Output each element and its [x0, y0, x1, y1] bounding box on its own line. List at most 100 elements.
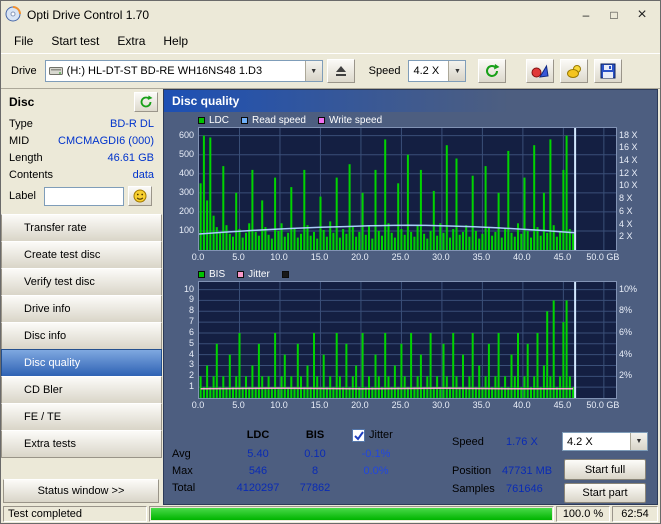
status-window-button[interactable]: Status window >> — [3, 479, 159, 503]
speed-stat-select[interactable]: 4.2 X ▼ — [562, 432, 648, 451]
panel-title: Disc quality — [164, 90, 657, 112]
jitter-checkbox[interactable] — [352, 429, 365, 442]
disc-quality-shortcut-button[interactable] — [526, 59, 555, 83]
bis-chart-plot — [198, 281, 617, 399]
ldc-chart-legend: LDC Read speed Write speed — [198, 114, 394, 126]
y-axis-label-right: 8 X — [619, 193, 633, 204]
bis-chart-legend: BIS Jitter — [198, 268, 305, 280]
y-axis-label-right: 4% — [619, 348, 633, 359]
sidebar-item-cd-bler[interactable]: CD Bler — [1, 376, 162, 404]
label-field-label: Label — [9, 190, 36, 202]
menu-file[interactable]: File — [5, 31, 42, 51]
y-axis-label-left: 5 — [188, 337, 194, 348]
y-axis-label-right: 2 X — [619, 231, 633, 242]
position-stat-value: 47731 MB — [502, 465, 553, 477]
sidebar-item-drive-info[interactable]: Drive info — [1, 295, 162, 323]
menu-extra[interactable]: Extra — [108, 31, 154, 51]
refresh-button[interactable] — [478, 59, 507, 83]
tools-button[interactable] — [560, 59, 589, 83]
legend-swatch-icon — [281, 270, 289, 278]
sidebar-item-disc-quality[interactable]: Disc quality — [1, 349, 162, 377]
y-axis-label-left: 100 — [178, 224, 194, 235]
y-axis-label-right: 16 X — [619, 142, 638, 153]
maximize-button[interactable]: □ — [600, 5, 628, 25]
y-axis-label-left: 10 — [183, 283, 194, 294]
y-axis-label-right: 6 X — [619, 205, 633, 216]
menu-bar: File Start test Extra Help — [1, 29, 660, 53]
sidebar-item-transfer-rate[interactable]: Transfer rate — [1, 214, 162, 242]
label-input[interactable] — [43, 186, 124, 206]
y-axis-label-left: 500 — [178, 148, 194, 159]
window-controls: – □ × — [572, 5, 656, 25]
info-value-length: 46.61 GB — [107, 151, 154, 164]
y-axis-label-left: 1 — [188, 381, 194, 392]
samples-stat-value: 761646 — [506, 483, 543, 495]
total-bis-value: 77862 — [299, 482, 331, 494]
start-part-button[interactable]: Start part — [564, 483, 646, 503]
sidebar-item-create-test-disc[interactable]: Create test disc — [1, 241, 162, 269]
close-button[interactable]: × — [628, 5, 656, 25]
speed-label: Speed — [368, 65, 401, 77]
status-bar: Test completed 100.0 % 62:54 — [1, 505, 660, 523]
avg-ldc-value: 5.40 — [247, 448, 269, 460]
y-axis-label-right: 12 X — [619, 167, 638, 178]
bis-chart: BIS Jitter 1 2 3 4 5 6 7 8 9 10 2% 4% 6% 8% 10% 0.0 5.0 10… — [168, 268, 653, 414]
app-window: Opti Drive Control 1.70 – □ × File Start… — [0, 0, 661, 524]
legend-swatch-icon — [237, 270, 245, 278]
y-axis-label-left: 200 — [178, 205, 194, 216]
check-icon — [354, 431, 364, 441]
legend-item: Jitter — [237, 269, 270, 280]
legend-item: BIS — [198, 269, 225, 280]
drive-select-value: (H:) HL-DT-ST BD-RE WH16NS48 1.D3 — [66, 65, 263, 77]
legend-item — [281, 270, 293, 278]
sidebar-item-extra-tests[interactable]: Extra tests — [1, 430, 162, 458]
label-row: Label — [1, 183, 162, 209]
y-axis-label-right: 8% — [619, 305, 633, 316]
y-axis-label-left: 4 — [188, 348, 194, 359]
chevron-down-icon[interactable]: ▼ — [630, 433, 647, 450]
position-stat-label: Position — [452, 465, 492, 477]
sidebar-item-verify-test-disc[interactable]: Verify test disc — [1, 268, 162, 296]
y-axis-label-left: 3 — [188, 359, 194, 370]
y-axis-label-right: 14 X — [619, 155, 638, 166]
legend-label: Read speed — [252, 114, 306, 126]
drive-select[interactable]: (H:) HL-DT-ST BD-RE WH16NS48 1.D3 ▼ — [44, 60, 323, 82]
legend-item: Write speed — [317, 115, 382, 126]
elapsed-time: 62:54 — [612, 506, 658, 522]
sidebar-item-disc-info[interactable]: Disc info — [1, 322, 162, 350]
x-axis-label: 50.0 GB — [586, 252, 620, 262]
info-value-type: BD-R DL — [109, 117, 154, 130]
speed-select[interactable]: 4.2 X ▼ — [408, 60, 467, 82]
sidebar-item-fe-te[interactable]: FE / TE — [1, 403, 162, 431]
bis-column-header: BIS — [305, 429, 325, 441]
sidebar-nav: Transfer rate Create test disc Verify te… — [1, 214, 162, 458]
y-axis-label-left: 300 — [178, 186, 194, 197]
progress-percent: 100.0 % — [556, 506, 610, 522]
avg-bis-value: 0.10 — [304, 448, 326, 460]
toolbar: Drive (H:) HL-DT-ST BD-RE WH16NS48 1.D3 … — [1, 53, 660, 89]
minimize-button[interactable]: – — [572, 5, 600, 25]
start-full-button[interactable]: Start full — [564, 459, 646, 480]
label-emoji-button[interactable] — [127, 186, 152, 206]
legend-swatch-icon — [317, 116, 325, 124]
total-row-label: Total — [172, 482, 196, 494]
eject-button[interactable] — [326, 59, 355, 83]
menu-help[interactable]: Help — [154, 31, 197, 51]
chevron-down-icon[interactable]: ▼ — [448, 61, 466, 81]
menu-start-test[interactable]: Start test — [42, 31, 108, 51]
y-axis-label-left: 9 — [188, 294, 194, 305]
smiley-icon — [133, 189, 147, 203]
save-button[interactable] — [594, 59, 623, 83]
save-icon — [600, 63, 616, 79]
chevron-down-icon[interactable]: ▼ — [304, 61, 322, 81]
refresh-disc-button[interactable] — [134, 92, 158, 112]
ldc-chart: LDC Read speed Write speed 100 200 300 400 500… — [168, 114, 653, 266]
y-axis-label-right: 10% — [619, 283, 638, 294]
info-value-contents[interactable]: data — [133, 169, 154, 181]
y-axis-label-right: 2% — [619, 370, 633, 381]
legend-swatch-icon — [198, 116, 205, 124]
jitter-checkbox-label[interactable]: Jitter — [369, 429, 393, 441]
eject-icon-bar — [335, 74, 346, 76]
info-label: Contents — [9, 168, 54, 181]
y-axis-label-left: 7 — [188, 316, 194, 327]
